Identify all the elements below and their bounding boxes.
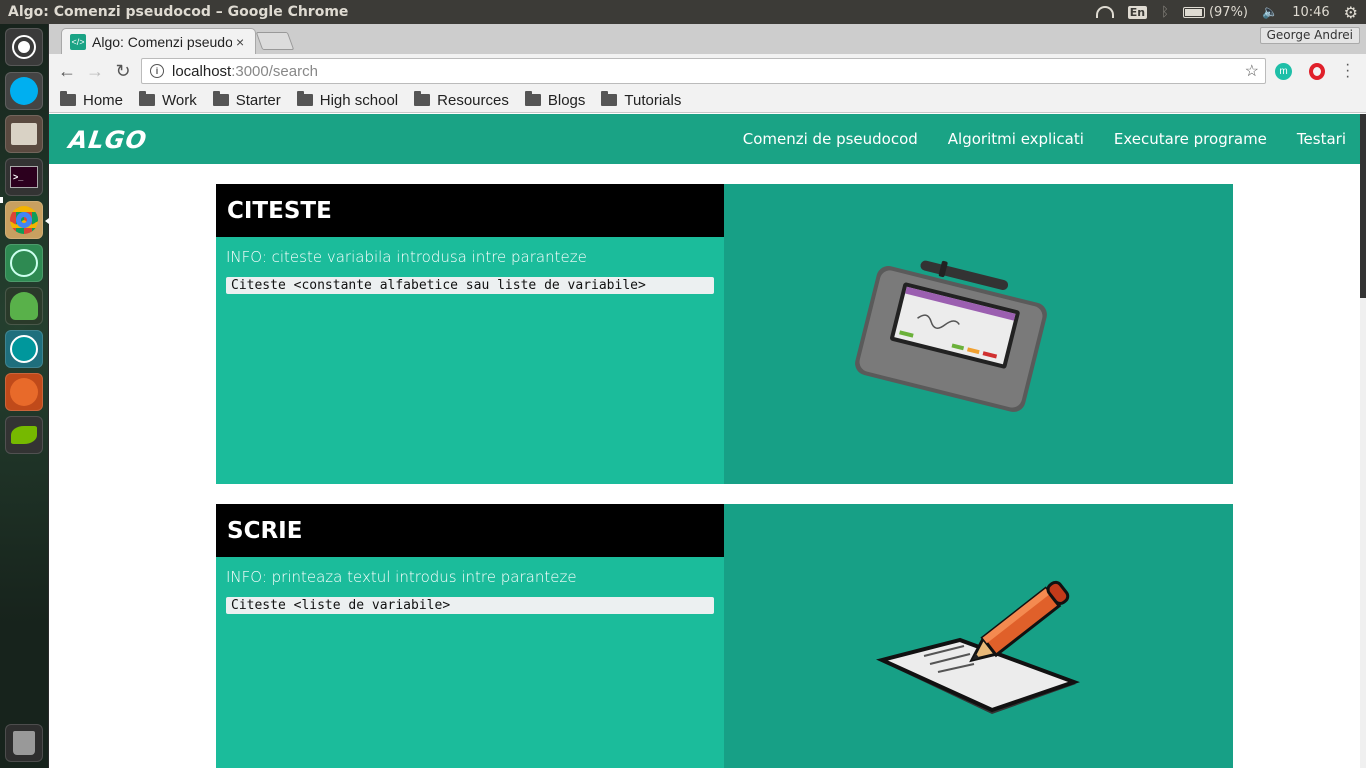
terminal-icon[interactable]: >_ xyxy=(5,158,43,196)
folder-icon xyxy=(296,91,313,106)
gear-icon[interactable]: ⚙ xyxy=(1344,3,1358,22)
bookmark-tutorials[interactable]: Tutorials xyxy=(601,91,681,109)
rocket-app-icon[interactable] xyxy=(5,287,43,325)
bookmark-work[interactable]: Work xyxy=(139,91,197,109)
bookmark-starter[interactable]: Starter xyxy=(212,91,281,109)
chrome-menu-icon[interactable]: · · · xyxy=(1345,57,1350,85)
folder-icon xyxy=(139,91,156,106)
files-icon[interactable] xyxy=(5,115,43,153)
scrollbar-thumb[interactable] xyxy=(1360,114,1366,298)
folder-icon xyxy=(212,91,229,106)
card-title: CITESTE xyxy=(216,184,724,237)
battery-percent: (97%) xyxy=(1208,4,1248,20)
tab-strip: </> Algo: Comenzi pseudocod × George And… xyxy=(49,24,1366,54)
card-title: SCRIE xyxy=(216,504,724,557)
clock[interactable]: 10:46 xyxy=(1292,5,1329,20)
web-page: ALGO Comenzi de pseudocod Algoritmi expl… xyxy=(49,114,1360,768)
url-path: :3000/search xyxy=(231,62,318,80)
reload-button[interactable]: ↻ xyxy=(113,61,133,81)
address-bar[interactable]: i localhost:3000/search ☆ xyxy=(141,58,1266,84)
browser-tab[interactable]: </> Algo: Comenzi pseudocod × xyxy=(61,28,256,54)
nav-link-algoritmi[interactable]: Algoritmi explicati xyxy=(948,130,1084,148)
nav-link-executare[interactable]: Executare programe xyxy=(1114,130,1267,148)
bookmark-high-school[interactable]: High school xyxy=(296,91,398,109)
unity-launcher: >_ xyxy=(0,24,49,768)
card-info: INFO: printeaza textul introdus intre pa… xyxy=(226,568,577,586)
card-code-snippet: Citeste <constante alfabetice sau liste … xyxy=(226,277,714,294)
profile-button[interactable]: George Andrei xyxy=(1259,27,1360,44)
folder-icon xyxy=(524,91,541,106)
tab-title: Algo: Comenzi pseudocod xyxy=(92,33,232,50)
command-card: CITESTE INFO: citeste variabila introdus… xyxy=(216,184,1233,484)
card-text-panel: CITESTE INFO: citeste variabila introdus… xyxy=(216,184,724,484)
wifi-icon[interactable] xyxy=(1095,6,1114,18)
bookmark-star-icon[interactable]: ☆ xyxy=(1245,61,1259,81)
signature-pad-icon xyxy=(855,260,1047,412)
folder-icon xyxy=(60,91,76,106)
close-tab-icon[interactable]: × xyxy=(236,34,244,50)
url-host: localhost xyxy=(172,62,232,80)
battery-indicator[interactable]: (97%) xyxy=(1182,4,1248,20)
battery-icon xyxy=(1182,6,1205,18)
bookmark-home[interactable]: Home xyxy=(60,91,123,109)
folder-icon xyxy=(601,91,618,106)
volume-muted-icon[interactable]: 🔈 xyxy=(1262,5,1278,20)
bookmark-blogs[interactable]: Blogs xyxy=(524,91,585,109)
opera-extension-icon[interactable] xyxy=(1309,63,1325,80)
system-tray: En ᛒ (97%) 🔈 10:46 ⚙ xyxy=(1095,3,1366,22)
card-image-panel xyxy=(724,184,1233,484)
site-logo[interactable]: ALGO xyxy=(67,126,149,154)
nvidia-icon[interactable] xyxy=(5,416,43,454)
card-code-snippet: Citeste <liste de variabile> xyxy=(226,597,714,614)
site-navbar: ALGO Comenzi de pseudocod Algoritmi expl… xyxy=(49,114,1360,164)
system-top-bar: Algo: Comenzi pseudocod – Google Chrome … xyxy=(0,0,1366,24)
page-scrollbar[interactable] xyxy=(1360,114,1366,768)
extension-m-icon[interactable]: m xyxy=(1275,63,1292,80)
skype-icon[interactable] xyxy=(5,72,43,110)
forward-button[interactable]: → xyxy=(85,61,105,81)
arduino-icon[interactable] xyxy=(5,330,43,368)
atom-icon[interactable] xyxy=(5,244,43,282)
bluetooth-icon[interactable]: ᛒ xyxy=(1161,5,1169,20)
card-image-panel xyxy=(724,504,1233,768)
trash-icon[interactable] xyxy=(5,724,43,762)
bookmark-resources[interactable]: Resources xyxy=(414,91,509,109)
window-title: Algo: Comenzi pseudocod – Google Chrome xyxy=(8,4,349,20)
dash-icon[interactable] xyxy=(5,28,43,66)
running-indicator xyxy=(0,197,3,203)
bookmarks-bar: Home Work Starter High school Resources … xyxy=(49,88,1366,113)
tools-app-icon[interactable] xyxy=(5,373,43,411)
chrome-icon[interactable] xyxy=(5,201,43,239)
card-text-panel: SCRIE INFO: printeaza textul introdus in… xyxy=(216,504,724,768)
command-card: SCRIE INFO: printeaza textul introdus in… xyxy=(216,504,1233,768)
new-tab-button[interactable] xyxy=(255,32,295,50)
back-button[interactable]: ← xyxy=(57,61,77,81)
nav-link-testari[interactable]: Testari xyxy=(1297,130,1346,148)
pencil-paper-icon xyxy=(876,580,1080,714)
folder-icon xyxy=(414,91,431,106)
keyboard-layout-indicator[interactable]: En xyxy=(1127,5,1148,19)
card-info: INFO: citeste variabila introdusa intre … xyxy=(226,248,587,266)
site-nav-links: Comenzi de pseudocod Algoritmi explicati… xyxy=(743,114,1360,164)
nav-link-comenzi[interactable]: Comenzi de pseudocod xyxy=(743,130,918,148)
code-favicon-icon: </> xyxy=(70,33,86,50)
info-icon[interactable]: i xyxy=(150,64,164,78)
browser-toolbar: ← → ↻ i localhost:3000/search ☆ m · · · xyxy=(49,54,1366,88)
